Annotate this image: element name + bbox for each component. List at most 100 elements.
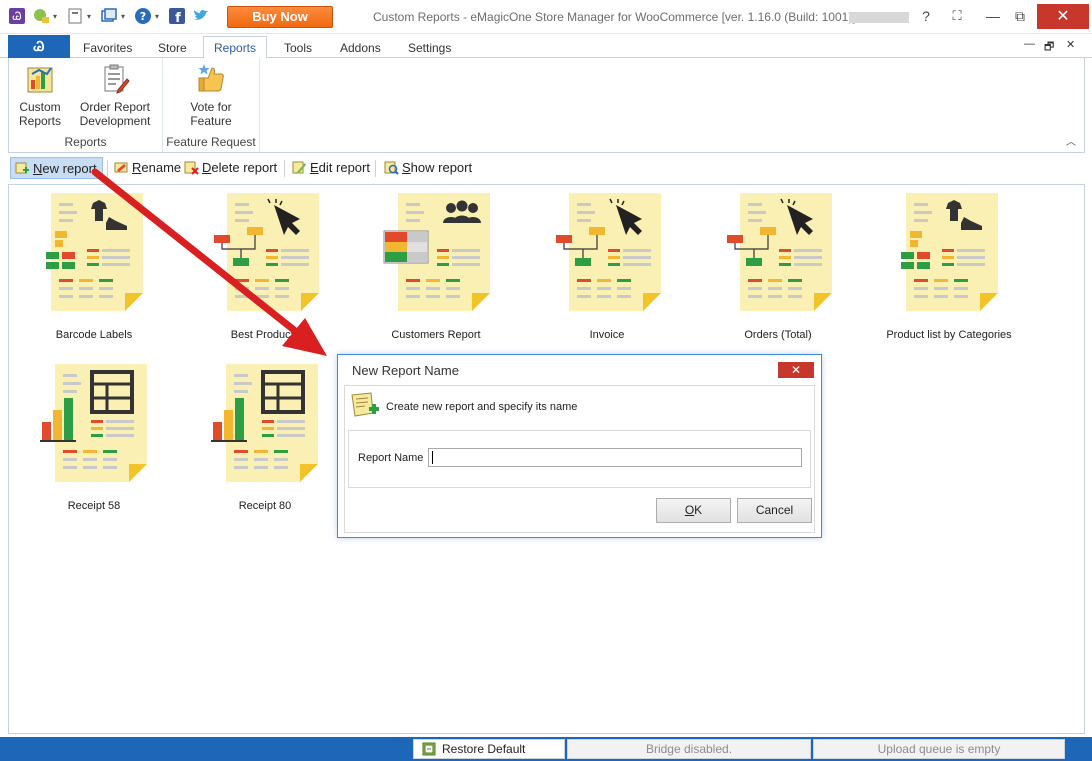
order-report-development-button[interactable]: Order Report Development — [73, 62, 157, 128]
rename-label: ename — [141, 160, 182, 175]
toolbar-separator — [107, 160, 108, 177]
app-menu-tab[interactable]: Ꮚ — [8, 35, 70, 58]
dialog-close-button[interactable]: ✕ — [778, 362, 814, 378]
dialog-body: Create new report and specify its name R… — [344, 385, 815, 533]
vote-for-feature-button[interactable]: Vote for Feature — [171, 62, 251, 128]
custom-reports-label-1: Custom — [19, 100, 61, 114]
rename-icon — [114, 162, 128, 173]
restore-default-layout-label: Restore Default Layout — [442, 742, 526, 761]
title-bar: Ꮚ ▾ ▾ ▾ ? ▾ f Buy Now Custom Reports - e… — [0, 0, 1092, 34]
cursor-flow-icon — [214, 193, 319, 311]
chevron-down-icon[interactable]: ▾ — [87, 13, 95, 21]
report-tile[interactable]: Best Products — [180, 193, 350, 343]
svg-text:f: f — [175, 11, 181, 25]
help-icon[interactable]: ? — [134, 7, 152, 25]
new-report-button[interactable]: New report — [10, 157, 103, 179]
report-tile[interactable]: Invoice — [522, 193, 692, 343]
restore-button[interactable]: ⧉ — [1008, 5, 1032, 27]
app-logo-icon[interactable]: Ꮚ — [8, 7, 26, 25]
minimize-button[interactable]: — — [981, 5, 1005, 27]
bar-table-icon — [211, 364, 318, 482]
cancel-button[interactable]: Cancel — [737, 498, 812, 523]
twitter-icon[interactable] — [192, 7, 210, 25]
edit-report-icon — [292, 161, 306, 174]
report-tile[interactable]: Barcode Labels — [9, 193, 179, 343]
rename-button[interactable]: Rename — [110, 157, 186, 179]
tab-reports[interactable]: Reports — [203, 36, 268, 59]
ok-accel: O — [684, 503, 695, 517]
status-bar: Restore Default Layout Bridge disabled. … — [0, 737, 1092, 761]
ok-button[interactable]: OK — [656, 498, 731, 523]
toolbar-separator — [375, 160, 376, 177]
edit-report-accel: E — [310, 160, 319, 175]
custom-reports-button[interactable]: Custom Reports — [15, 62, 65, 128]
mdi-restore-button[interactable]: 🗗 — [1044, 38, 1058, 54]
new-report-name-dialog: New Report Name ✕ Create new report and … — [337, 354, 822, 538]
shirt-shoe-icon — [46, 193, 143, 311]
vote-feature-label-2: Feature — [190, 114, 232, 128]
edit-report-button[interactable]: Edit report — [288, 157, 375, 179]
tab-store[interactable]: Store — [148, 38, 197, 58]
shirt-shoe-icon — [901, 193, 998, 311]
reports-toolbar: New report Rename Delete report Edit rep… — [8, 155, 1085, 182]
facebook-icon[interactable]: f — [168, 7, 186, 25]
windows-icon[interactable] — [100, 7, 118, 25]
layout-icon — [422, 742, 436, 756]
show-report-label: how report — [410, 160, 473, 175]
database-icon[interactable] — [66, 7, 84, 25]
bar-table-icon — [40, 364, 147, 482]
report-tile-label: Barcode Labels — [55, 329, 133, 341]
thumbs-up-star-icon — [198, 64, 224, 92]
tab-settings[interactable]: Settings — [398, 38, 461, 58]
svg-text:Ꮚ: Ꮚ — [12, 10, 21, 23]
new-report-accel: N — [33, 161, 43, 176]
report-tile[interactable]: Product list by Categories — [864, 193, 1034, 343]
restore-default-layout-button[interactable]: Restore Default Layout — [413, 739, 565, 761]
close-button[interactable]: ✕ — [1037, 4, 1089, 29]
chevron-down-icon[interactable]: ▾ — [53, 13, 61, 21]
window-title: Custom Reports - eMagicOne Store Manager… — [373, 10, 856, 24]
svg-text:?: ? — [140, 10, 146, 23]
dialog-title: New Report Name — [352, 363, 459, 378]
chevron-down-icon[interactable]: ▾ — [155, 13, 163, 21]
new-report-icon — [15, 162, 29, 174]
toolbar-separator — [284, 160, 285, 177]
report-tile[interactable]: Receipt 80 — [180, 364, 350, 514]
upload-queue-status: Upload queue is empty — [813, 739, 1065, 759]
collapse-ribbon-icon[interactable]: ︿ — [1066, 133, 1076, 148]
tab-tools[interactable]: Tools — [274, 38, 322, 58]
report-name-label: Report Name — [358, 452, 424, 464]
edit-report-label: dit report — [318, 160, 370, 175]
ribbon-group-label-feature-request: Feature Request — [166, 135, 256, 149]
delete-report-label: elete report — [211, 160, 278, 175]
report-tile[interactable]: Orders (Total) — [693, 193, 863, 343]
report-tile[interactable]: Receipt 58 — [9, 364, 179, 514]
custom-reports-label-2: Reports — [18, 114, 62, 128]
dialog-header-text: Create new report and specify its name — [386, 401, 578, 413]
mdi-close-button[interactable]: ✕ — [1066, 38, 1080, 54]
buy-now-button[interactable]: Buy Now — [227, 6, 333, 28]
redacted-label — [849, 12, 909, 23]
help-button[interactable]: ? — [916, 5, 936, 27]
fullscreen-button[interactable]: ⛶ — [945, 5, 969, 27]
vote-feature-label-1: Vote for — [190, 100, 232, 114]
chevron-down-icon[interactable]: ▾ — [121, 13, 129, 21]
tab-addons[interactable]: Addons — [330, 38, 391, 58]
show-report-button[interactable]: Show report — [380, 157, 477, 179]
report-name-input[interactable] — [428, 448, 802, 467]
text-caret — [432, 451, 433, 464]
order-report-label-1: Order Report — [79, 100, 151, 114]
report-tile-label: Invoice — [589, 329, 625, 341]
ribbon-group-label-reports: Reports — [64, 135, 107, 149]
bridge-status: Bridge disabled. — [567, 739, 811, 759]
report-tile[interactable]: Customers Report — [351, 193, 521, 343]
report-tile-label: Customers Report — [391, 329, 481, 341]
delete-report-button[interactable]: Delete report — [180, 157, 282, 179]
report-tile-label: Best Products — [230, 329, 300, 341]
clipboard-pencil-icon — [104, 64, 130, 94]
report-tile-label: Receipt 80 — [238, 500, 292, 512]
mdi-minimize-button[interactable]: — — [1024, 38, 1036, 54]
rename-accel: R — [132, 160, 142, 175]
tab-favorites[interactable]: Favorites — [73, 38, 142, 58]
connection-icon[interactable] — [32, 7, 50, 25]
